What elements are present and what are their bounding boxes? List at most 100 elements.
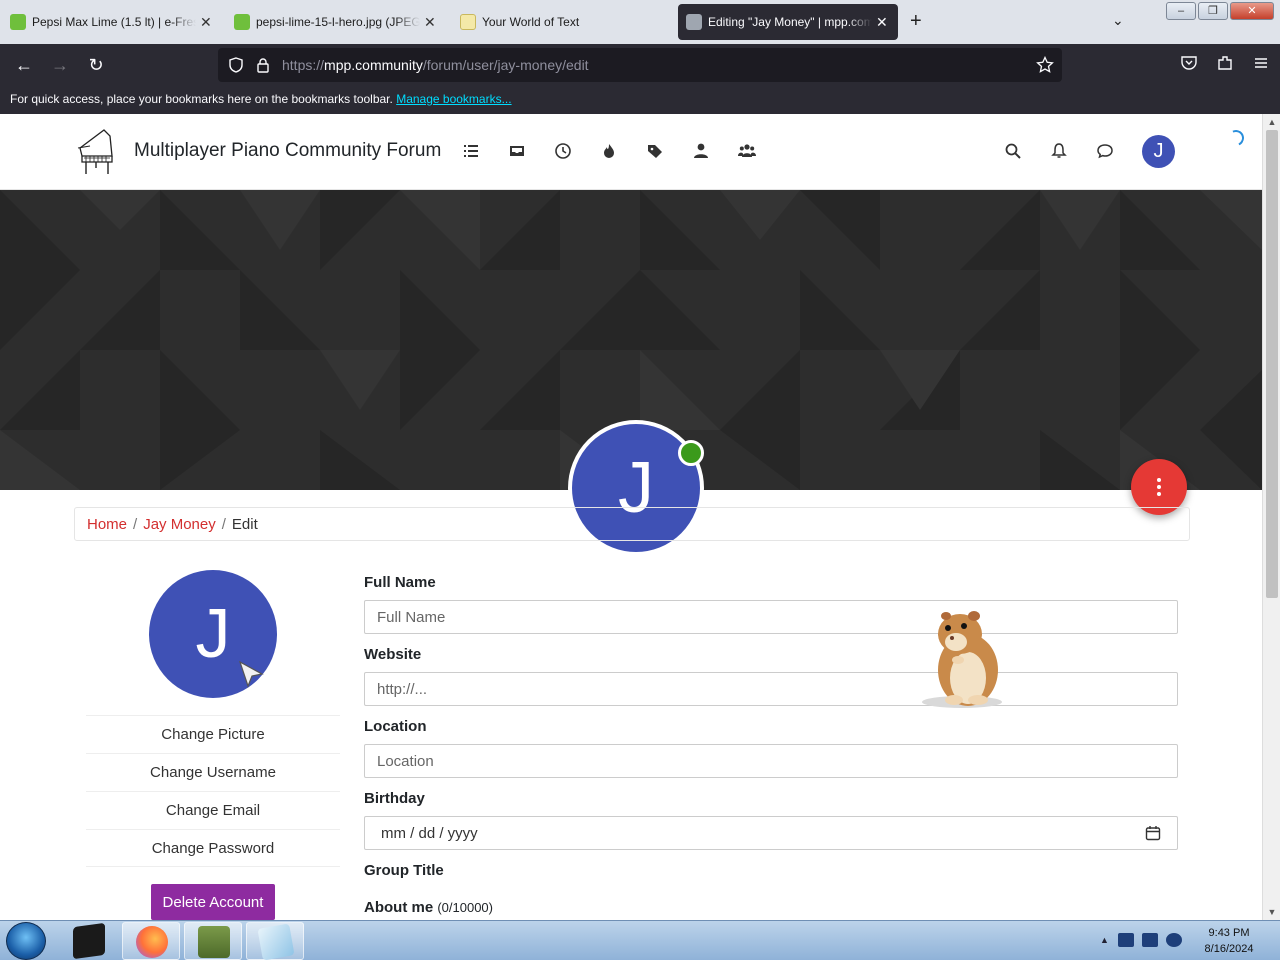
favicon-icon: [10, 14, 26, 30]
network-icon[interactable]: [1142, 933, 1158, 947]
hamster-image: [922, 611, 1002, 708]
taskbar-app-notes[interactable]: [246, 922, 304, 960]
browser-tab-pepsi-jpg[interactable]: pepsi-lime-15-l-hero.jpg (JPEG I ✕: [226, 4, 446, 40]
scrollbar-thumb[interactable]: [1266, 130, 1278, 598]
breadcrumb-current: Edit: [231, 516, 258, 533]
bookmark-star-icon[interactable]: [1036, 56, 1054, 74]
reload-icon[interactable]: ↻: [84, 53, 108, 77]
change-password-link[interactable]: Change Password: [86, 829, 340, 867]
favicon-icon: [234, 14, 250, 30]
site-header: Multiplayer Piano Community Forum J: [0, 114, 1262, 190]
close-tab-icon[interactable]: ✕: [200, 14, 212, 31]
account-actions-list: Change Picture Change Username Change Em…: [86, 715, 340, 867]
breadcrumb-user[interactable]: Jay Money: [143, 516, 216, 533]
more-vertical-icon-dot: [1157, 485, 1161, 489]
breadcrumb-separator: /: [133, 516, 138, 533]
website-input[interactable]: [364, 672, 1178, 706]
shield-icon[interactable]: [228, 57, 244, 73]
group-title-label: Group Title: [364, 862, 444, 879]
hamster-box-icon: [198, 926, 230, 958]
more-vertical-icon-dot: [1157, 492, 1161, 496]
browser-tab-your-world-of-text[interactable]: Your World of Text: [452, 4, 672, 40]
browser-tab-pepsi-max[interactable]: Pepsi Max Lime (1.5 lt) | e-Fresh ✕: [2, 4, 222, 40]
browser-tab-editing-jay-money[interactable]: Editing "Jay Money" | mpp.com ✕: [678, 4, 898, 40]
volume-icon[interactable]: [1166, 933, 1182, 947]
bookmarks-hint: For quick access, place your bookmarks h…: [10, 92, 393, 106]
full-name-input[interactable]: [364, 600, 1178, 634]
new-tab-icon[interactable]: +: [910, 10, 922, 33]
location-label: Location: [364, 718, 427, 735]
user-avatar-menu[interactable]: J: [1142, 135, 1175, 168]
birthday-input[interactable]: mm / dd / yyyy: [364, 816, 1178, 850]
taskbar-clock[interactable]: 9:43 PM 8/16/2024: [1196, 925, 1262, 957]
terminal-icon: [73, 922, 105, 960]
scroll-down-icon[interactable]: ▼: [1263, 904, 1280, 920]
back-icon[interactable]: ←: [12, 53, 36, 77]
taskbar-app-hamster-box[interactable]: [184, 922, 242, 960]
breadcrumb-home[interactable]: Home: [87, 516, 127, 533]
tray-app-icon[interactable]: [1118, 933, 1134, 947]
online-status-indicator: [678, 440, 704, 466]
notes-icon: [257, 923, 295, 960]
search-icon[interactable]: [1004, 142, 1022, 160]
show-hidden-icons-icon[interactable]: ▲: [1100, 935, 1110, 945]
clock-time: 9:43 PM: [1208, 927, 1250, 939]
menu-icon[interactable]: [1252, 54, 1270, 72]
location-input[interactable]: [364, 744, 1178, 778]
url-bar[interactable]: https://mpp.community/forum/user/jay-mon…: [218, 48, 1062, 82]
site-brand[interactable]: Multiplayer Piano Community Forum: [134, 140, 441, 162]
lock-icon[interactable]: [256, 57, 270, 73]
recent-clock-icon[interactable]: [554, 142, 572, 160]
chat-icon[interactable]: [1096, 142, 1114, 160]
delete-account-button[interactable]: Delete Account: [151, 884, 275, 920]
change-username-link[interactable]: Change Username: [86, 753, 340, 791]
scroll-up-icon[interactable]: ▲: [1263, 114, 1280, 130]
about-me-count: (0/10000): [437, 900, 493, 915]
url-text: https://mpp.community/forum/user/jay-mon…: [282, 57, 589, 73]
unread-inbox-icon[interactable]: [508, 142, 526, 160]
windows-taskbar: ▲ 9:43 PM 8/16/2024: [0, 920, 1280, 960]
tab-title: Your World of Text: [482, 15, 580, 29]
close-window-icon[interactable]: ✕: [1230, 2, 1274, 20]
notifications-bell-icon[interactable]: [1050, 142, 1068, 160]
breadcrumb-separator: /: [221, 516, 226, 533]
restore-icon[interactable]: ❐: [1198, 2, 1228, 20]
extensions-icon[interactable]: [1216, 54, 1234, 72]
website-label: Website: [364, 646, 422, 663]
list-all-tabs-icon[interactable]: ⌄: [1112, 12, 1124, 29]
manage-bookmarks-link[interactable]: Manage bookmarks...: [396, 92, 511, 106]
close-tab-icon[interactable]: ✕: [876, 14, 888, 31]
forward-icon[interactable]: →: [48, 53, 72, 77]
change-email-link[interactable]: Change Email: [86, 791, 340, 829]
full-name-label: Full Name: [364, 574, 436, 591]
start-button[interactable]: [6, 922, 46, 960]
change-picture-link[interactable]: Change Picture: [86, 715, 340, 753]
bookmarks-toolbar: For quick access, place your bookmarks h…: [0, 86, 1280, 114]
tab-title: Editing "Jay Money" | mpp.com: [708, 15, 872, 29]
close-tab-icon[interactable]: ✕: [424, 14, 436, 31]
tab-title: Pepsi Max Lime (1.5 lt) | e-Fresh: [32, 15, 196, 29]
main-nav: [462, 142, 756, 160]
popular-fire-icon[interactable]: [600, 142, 618, 160]
browser-tab-strip: Pepsi Max Lime (1.5 lt) | e-Fresh ✕ peps…: [0, 0, 1280, 44]
about-me-label: About me (0/10000): [364, 899, 493, 916]
favicon-icon: [686, 14, 702, 30]
minimize-icon[interactable]: –: [1166, 2, 1196, 20]
browser-nav-bar: ← → ↻ https://mpp.community/forum/user/j…: [0, 44, 1280, 86]
clock-date: 8/16/2024: [1204, 943, 1254, 955]
calendar-icon[interactable]: [1145, 825, 1161, 841]
birthday-value: mm / dd / yyyy: [381, 825, 478, 842]
page-viewport: Multiplayer Piano Community Forum J J Ho…: [0, 114, 1280, 920]
mouse-cursor-icon: [238, 660, 264, 688]
groups-icon[interactable]: [738, 142, 756, 160]
taskbar-app-terminal[interactable]: [60, 922, 118, 960]
system-tray: ▲: [1100, 933, 1182, 947]
birthday-label: Birthday: [364, 790, 425, 807]
pocket-icon[interactable]: [1180, 54, 1198, 72]
users-icon[interactable]: [692, 142, 710, 160]
piano-logo-icon[interactable]: [74, 126, 118, 176]
categories-icon[interactable]: [462, 142, 480, 160]
taskbar-app-firefox[interactable]: [122, 922, 180, 960]
tags-icon[interactable]: [646, 142, 664, 160]
page-scrollbar[interactable]: ▲ ▼: [1262, 114, 1280, 920]
